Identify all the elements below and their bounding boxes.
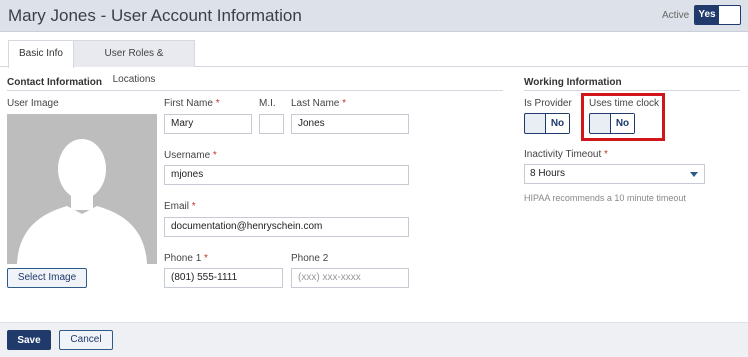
phone2-input[interactable]: (xxx) xxx-xxxx <box>291 268 409 288</box>
last-name-input[interactable]: Jones <box>291 114 409 134</box>
required-mark: * <box>604 149 608 160</box>
required-mark: * <box>342 98 347 109</box>
first-name-label-text: First Name <box>164 98 213 109</box>
page-title: Mary Jones - User Account Information <box>8 6 302 25</box>
required-mark: * <box>191 201 196 212</box>
phone2-label: Phone 2 <box>291 253 329 264</box>
username-input[interactable]: mjones <box>164 165 409 185</box>
phone1-label: Phone 1 * <box>164 253 208 264</box>
inactivity-timeout-label-text: Inactivity Timeout <box>524 149 602 160</box>
tab-basic-info[interactable]: Basic Info <box>8 40 74 68</box>
last-name-label: Last Name * <box>291 98 346 109</box>
contact-divider <box>7 90 503 91</box>
title-bar: Mary Jones - User Account Information Ac… <box>0 0 748 32</box>
select-image-button[interactable]: Select Image <box>7 268 87 288</box>
is-provider-toggle-no: No <box>545 114 569 133</box>
first-name-input[interactable]: Mary <box>164 114 252 134</box>
hipaa-hint: HIPAA recommends a 10 minute timeout <box>524 193 686 203</box>
middle-initial-input[interactable] <box>259 114 284 134</box>
working-divider <box>524 90 740 91</box>
active-toggle[interactable]: Yes <box>694 5 741 25</box>
username-label: Username * <box>164 150 217 161</box>
user-image-avatar <box>7 114 157 264</box>
required-mark: * <box>215 98 220 109</box>
username-label-text: Username <box>164 150 211 161</box>
contact-section-title: Contact Information <box>7 77 102 88</box>
inactivity-timeout-select[interactable]: 8 Hours <box>524 164 705 184</box>
is-provider-label: Is Provider <box>524 98 572 109</box>
required-mark: * <box>204 253 208 264</box>
uses-time-clock-highlight <box>581 93 665 141</box>
active-label: Active <box>662 10 690 21</box>
tab-user-roles-locations[interactable]: User Roles & Locations <box>73 40 195 85</box>
phone1-label-text: Phone 1 <box>164 253 202 264</box>
active-toggle-yes: Yes <box>695 6 719 24</box>
email-label-text: Email <box>164 201 190 212</box>
inactivity-timeout-value: 8 Hours <box>530 168 566 179</box>
tab-bar: Basic Info User Roles & Locations <box>0 33 748 85</box>
chevron-down-icon <box>690 172 698 177</box>
working-section-title: Working Information <box>524 77 622 88</box>
inactivity-timeout-label: Inactivity Timeout * <box>524 149 608 160</box>
save-button[interactable]: Save <box>7 330 51 350</box>
is-provider-toggle[interactable]: No <box>524 113 570 134</box>
middle-initial-label: M.I. <box>259 98 276 109</box>
last-name-label-text: Last Name <box>291 98 340 109</box>
phone1-input[interactable]: (801) 555-1111 <box>164 268 283 288</box>
email-label: Email * <box>164 201 196 212</box>
first-name-label: First Name * <box>164 98 220 109</box>
email-input[interactable]: documentation@henryschein.com <box>164 217 409 237</box>
user-image-label: User Image <box>7 98 59 109</box>
person-silhouette-icon <box>17 139 147 264</box>
cancel-button[interactable]: Cancel <box>59 330 113 350</box>
required-mark: * <box>212 150 217 161</box>
